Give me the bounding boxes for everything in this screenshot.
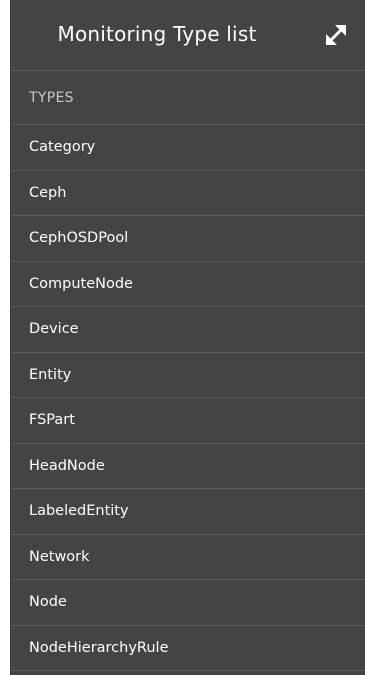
- type-item-cephosdpool[interactable]: CephOSDPool: [11, 216, 365, 262]
- types-section-label: TYPES: [11, 71, 365, 125]
- type-item-ceph[interactable]: Ceph: [11, 171, 365, 216]
- type-item-nodehierarchyrule[interactable]: NodeHierarchyRule: [11, 626, 365, 671]
- type-item-node[interactable]: Node: [11, 580, 365, 626]
- type-item-entity[interactable]: Entity: [11, 353, 365, 398]
- type-item-computenode[interactable]: ComputeNode: [11, 262, 365, 307]
- types-list: Category Ceph CephOSDPool ComputeNode De…: [11, 125, 365, 671]
- panel-header: Monitoring Type list: [11, 0, 365, 71]
- expand-icon[interactable]: [321, 20, 351, 50]
- type-item-labeledentity[interactable]: LabeledEntity: [11, 489, 365, 535]
- type-item-headnode[interactable]: HeadNode: [11, 444, 365, 489]
- type-item-category[interactable]: Category: [11, 125, 365, 171]
- type-item-fspart[interactable]: FSPart: [11, 398, 365, 444]
- expand-arrows-icon: [326, 25, 346, 45]
- type-item-device[interactable]: Device: [11, 307, 365, 353]
- panel-title: Monitoring Type list: [57, 22, 257, 46]
- monitoring-type-panel: Monitoring Type list TYPES Category Ceph…: [10, 0, 365, 675]
- type-item-network[interactable]: Network: [11, 535, 365, 580]
